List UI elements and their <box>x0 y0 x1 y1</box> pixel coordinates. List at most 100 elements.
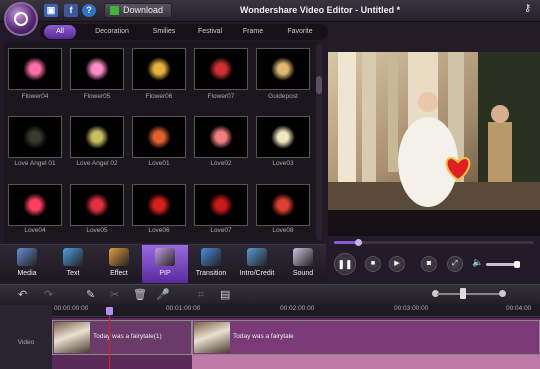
effect-label: Flower06 <box>145 93 173 100</box>
volume-slider[interactable] <box>486 261 520 268</box>
volume-handle[interactable] <box>513 261 520 268</box>
video-clip[interactable]: Today was a fairytale(1) <box>52 320 192 355</box>
timeline-ruler[interactable]: 00:00:00:00 00:01:00:00 00:02:00:00 00:0… <box>52 305 540 317</box>
effect-thumbnail[interactable] <box>132 116 186 158</box>
flower-sparkle-icon <box>23 57 47 81</box>
category-media[interactable]: Media <box>4 245 50 283</box>
record-voice-icon[interactable]: 🎤 <box>156 288 170 302</box>
category-pip[interactable]: PIP <box>142 245 188 283</box>
edit-icon[interactable]: ✎ <box>86 288 95 302</box>
crop-icon[interactable]: ⌗ <box>198 288 204 302</box>
roses-icon <box>209 193 233 217</box>
category-label: PIP <box>159 270 171 277</box>
category-text[interactable]: Text <box>50 245 96 283</box>
tab-smilies[interactable]: Smilies <box>144 25 184 39</box>
tab-all[interactable]: All <box>44 25 76 39</box>
category-transition[interactable]: Transition <box>188 245 234 283</box>
effect-label: Love05 <box>86 227 108 234</box>
progress-handle[interactable] <box>355 239 362 246</box>
track-label-video: Video <box>17 339 35 346</box>
zoom-handle[interactable] <box>460 288 467 299</box>
effect-thumbnail[interactable] <box>256 184 310 226</box>
ruler-tick: 00:03:00:00 <box>394 305 429 312</box>
preview-letterbox <box>328 210 540 236</box>
redo-icon[interactable]: ↷ <box>44 288 53 302</box>
fullscreen-button[interactable]: ⤢ <box>447 256 463 272</box>
delete-icon[interactable]: 🗑 <box>133 288 147 302</box>
effect-label: Love07 <box>210 227 232 234</box>
download-icon <box>110 6 119 15</box>
cut-icon[interactable]: ✂ <box>110 288 119 302</box>
preview-frame <box>328 52 540 210</box>
heart-frame-icon <box>271 193 295 217</box>
facebook-icon[interactable]: f <box>64 4 78 17</box>
effect-label: Love Angel 01 <box>14 160 56 167</box>
effect-thumbnail[interactable] <box>8 116 62 158</box>
clip-audio-band <box>192 355 540 369</box>
effect-label: Love Angel 02 <box>76 160 118 167</box>
effect-filter-tabs: All Decoration Smilies Festival Frame Fa… <box>40 24 328 40</box>
effect-thumbnail[interactable] <box>8 48 62 90</box>
playback-progress-bar[interactable] <box>334 239 534 246</box>
effect-thumbnail[interactable] <box>256 48 310 90</box>
tab-frame[interactable]: Frame <box>236 25 270 39</box>
category-label: Effect <box>110 270 128 277</box>
playhead[interactable] <box>109 313 110 369</box>
undo-icon[interactable]: ↶ <box>18 288 27 302</box>
volume-icon[interactable]: 🔈 <box>472 257 483 268</box>
settings-icon[interactable]: ▤ <box>220 288 230 302</box>
effect-thumbnail[interactable] <box>194 48 248 90</box>
category-intro-credit[interactable]: Intro/Credit <box>234 245 280 283</box>
category-label: Sound <box>292 270 314 277</box>
scrollbar-thumb[interactable] <box>316 76 322 94</box>
signpost-icon <box>271 57 295 81</box>
key-icon[interactable]: ⚷ <box>524 3 531 14</box>
effect-thumbnail[interactable] <box>70 48 124 90</box>
intro-credit-icon <box>247 248 267 266</box>
stop-button[interactable]: ■ <box>365 256 381 272</box>
playhead-handle[interactable] <box>106 307 113 315</box>
effect-label: Love02 <box>210 160 232 167</box>
pause-button[interactable]: ❚❚ <box>334 253 356 275</box>
effect-label: Flower07 <box>207 93 235 100</box>
tab-decoration[interactable]: Decoration <box>86 25 138 39</box>
category-sound[interactable]: Sound <box>280 245 326 283</box>
tab-favorite[interactable]: Favorite <box>278 25 322 39</box>
ruler-tick: 00:00:00:00 <box>54 305 89 312</box>
effect-thumbnail[interactable] <box>194 116 248 158</box>
effects-scrollbar[interactable] <box>316 44 322 240</box>
stop-icon: ■ <box>370 260 376 267</box>
flower-gold-icon <box>147 57 171 81</box>
track-header <box>0 305 52 369</box>
video-preview[interactable] <box>328 52 540 210</box>
effect-thumbnail[interactable] <box>8 184 62 226</box>
effect-thumbnail[interactable] <box>70 184 124 226</box>
ruler-tick: 00:01:00:00 <box>166 305 201 312</box>
effect-thumbnail[interactable] <box>132 48 186 90</box>
angel-icon <box>23 125 47 149</box>
help-icon[interactable]: ? <box>82 4 96 17</box>
camera-icon: ◙ <box>426 260 432 267</box>
category-effect[interactable]: Effect <box>96 245 142 283</box>
effect-thumbnail[interactable] <box>256 116 310 158</box>
effect-thumbnail[interactable] <box>132 184 186 226</box>
video-clip[interactable]: Today was a fairytale <box>192 320 540 355</box>
clip-label: Today was a fairytale <box>233 333 294 340</box>
next-frame-icon: ▶ <box>394 260 400 267</box>
snapshot-button[interactable]: ◙ <box>421 256 437 272</box>
effect-thumbnail[interactable] <box>70 116 124 158</box>
effect-label: Love06 <box>148 227 170 234</box>
zoom-slider[interactable] <box>437 293 503 295</box>
save-icon[interactable]: ▣ <box>44 4 58 17</box>
film-icon <box>17 248 37 266</box>
effect-thumbnail[interactable] <box>194 184 248 226</box>
category-label: Intro/Credit <box>239 270 275 277</box>
tab-festival[interactable]: Festival <box>190 25 230 39</box>
effect-icon <box>109 248 129 266</box>
download-button[interactable]: Download <box>104 3 172 18</box>
zoom-in-icon[interactable] <box>499 290 506 297</box>
pause-icon: ❚❚ <box>337 259 353 269</box>
next-frame-button[interactable]: ▶ <box>389 256 405 272</box>
ruler-tick: 00:02:00:00 <box>280 305 315 312</box>
category-toolbar: Media Text Effect PIP Transition Intro/C… <box>0 244 326 283</box>
